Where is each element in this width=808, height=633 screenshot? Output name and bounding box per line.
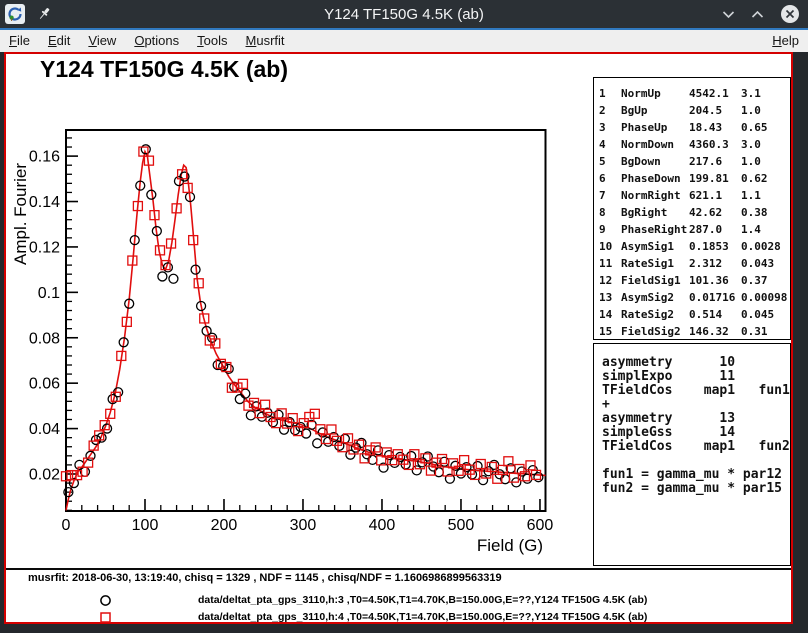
parameter-row: 12FieldSig1101.360.37	[599, 272, 790, 289]
svg-text:Ampl. Fourier: Ampl. Fourier	[11, 163, 30, 265]
parameter-row: 11RateSig12.3120.043	[599, 255, 790, 272]
svg-text:0.08: 0.08	[29, 330, 60, 347]
parameter-table: 1NormUp4542.13.12BgUp204.51.03PhaseUp18.…	[594, 78, 790, 340]
parameter-row: 15FieldSig2146.320.31	[599, 323, 790, 340]
svg-text:0.1: 0.1	[38, 285, 60, 302]
root-canvas[interactable]: Y124 TF150G 4.5K (ab) 010020030040050060…	[4, 52, 793, 624]
svg-text:0.04: 0.04	[29, 421, 60, 438]
parameter-row: 10AsymSig10.18530.0028	[599, 238, 790, 255]
parameter-row: 13AsymSig20.017160.00098	[599, 289, 790, 306]
parameter-row: 8BgRight42.620.38	[599, 204, 790, 221]
svg-text:0.06: 0.06	[29, 376, 60, 393]
parameter-box[interactable]: 1NormUp4542.13.12BgUp204.51.03PhaseUp18.…	[593, 77, 791, 340]
menu-edit[interactable]: Edit	[39, 30, 79, 52]
svg-text:400: 400	[369, 517, 396, 534]
legend-row-h4: data/deltat_pta_gps_3110,h:4 ,T0=4.50K,T…	[6, 610, 791, 625]
svg-text:0.12: 0.12	[29, 239, 60, 256]
application-window: Y124 TF150G 4.5K (ab) File Edit View Opt…	[0, 0, 808, 633]
legend-square-marker-icon	[98, 610, 113, 625]
parameter-row: 6PhaseDown199.810.62	[599, 170, 790, 187]
svg-text:200: 200	[211, 517, 238, 534]
pin-icon[interactable]	[37, 6, 51, 22]
data-points-squares	[62, 147, 541, 483]
x-axis-ticks	[66, 499, 540, 511]
y-axis-ticks	[66, 138, 78, 510]
svg-text:0: 0	[62, 517, 71, 534]
legend-label-h4: data/deltat_pta_gps_3110,h:4 ,T0=4.50K,T…	[198, 611, 647, 623]
svg-text:0.02: 0.02	[29, 466, 60, 483]
menu-file[interactable]: File	[0, 30, 39, 52]
pad-separator	[6, 568, 791, 570]
svg-text:0.16: 0.16	[29, 149, 60, 166]
menu-help[interactable]: Help	[763, 30, 808, 52]
fit-curve	[66, 152, 546, 511]
svg-text:Field (G): Field (G)	[477, 536, 543, 555]
close-button[interactable]	[780, 4, 800, 24]
menu-view[interactable]: View	[79, 30, 125, 52]
parameter-row: 5BgDown217.61.0	[599, 153, 790, 170]
root-app-icon	[5, 4, 25, 24]
theory-text: asymmetry 10 simplExpo 11 TFieldCos map1…	[602, 356, 790, 496]
legend-circle-marker-icon	[98, 593, 113, 608]
window-title: Y124 TF150G 4.5K (ab)	[0, 6, 808, 23]
plot-frame	[66, 130, 546, 511]
legend-row-h3: data/deltat_pta_gps_3110,h:3 ,T0=4.50K,T…	[6, 593, 791, 608]
parameter-row: 2BgUp204.51.0	[599, 102, 790, 119]
theory-box[interactable]: asymmetry 10 simplExpo 11 TFieldCos map1…	[593, 343, 791, 566]
titlebar[interactable]: Y124 TF150G 4.5K (ab)	[0, 0, 808, 28]
parameter-row: 1NormUp4542.13.1	[599, 85, 790, 102]
menubar: File Edit View Options Tools Musrfit Hel…	[0, 30, 808, 52]
plot-area[interactable]: 0 100 200 300 400 500 600 0.02 0.04 0.06 0.08 0.1 0.…	[6, 54, 595, 568]
axis-titles: Field (G) Ampl. Fourier	[11, 163, 543, 555]
fit-info-line: musrfit: 2018-06-30, 13:19:40, chisq = 1…	[28, 572, 502, 584]
svg-text:100: 100	[132, 517, 159, 534]
data-points-circles	[64, 145, 543, 497]
menu-tools[interactable]: Tools	[188, 30, 236, 52]
parameter-row: 14RateSig20.5140.045	[599, 306, 790, 323]
axis-tick-labels: 0 100 200 300 400 500 600 0.02 0.04 0.06 0.08 0.1 0.…	[29, 149, 554, 534]
svg-text:500: 500	[448, 517, 475, 534]
parameter-row: 9PhaseRight287.01.4	[599, 221, 790, 238]
parameter-row: 4NormDown4360.33.0	[599, 136, 790, 153]
parameter-row: 3PhaseUp18.430.65	[599, 119, 790, 136]
menu-options[interactable]: Options	[125, 30, 188, 52]
svg-text:600: 600	[527, 517, 554, 534]
parameter-row: 7NormRight621.11.1	[599, 187, 790, 204]
legend-label-h3: data/deltat_pta_gps_3110,h:3 ,T0=4.50K,T…	[198, 594, 647, 606]
maximize-button[interactable]	[751, 10, 764, 19]
svg-text:300: 300	[290, 517, 317, 534]
svg-text:0.14: 0.14	[29, 194, 60, 211]
minimize-button[interactable]	[722, 10, 735, 19]
menu-musrfit[interactable]: Musrfit	[237, 30, 294, 52]
